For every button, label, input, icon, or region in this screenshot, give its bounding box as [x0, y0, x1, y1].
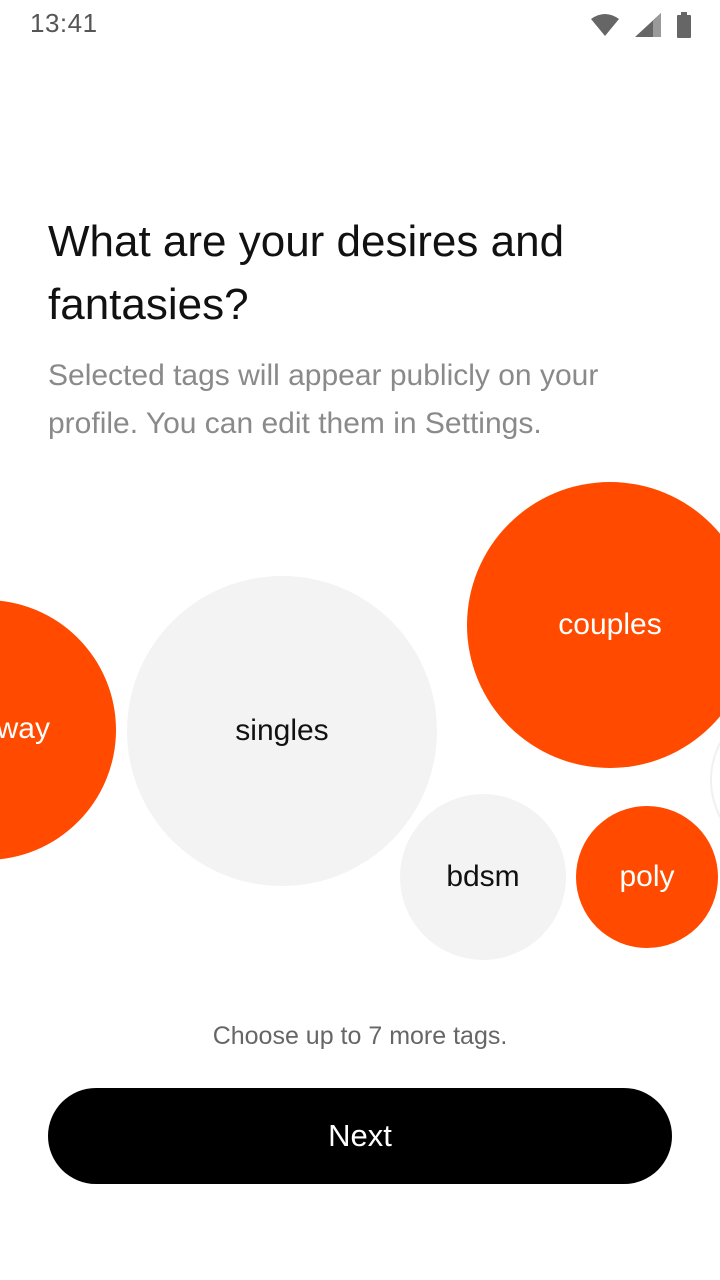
tag-bubble-way[interactable]: way [0, 600, 116, 860]
page-subtitle: Selected tags will appear publicly on yo… [48, 359, 599, 440]
page-title: What are your desires and fantasies? [48, 217, 565, 329]
status-bar: 13:41 [0, 0, 720, 50]
battery-icon [676, 12, 692, 38]
tag-limit-hint: Choose up to 7 more tags. [212, 1022, 508, 1050]
cell-signal-icon [634, 12, 662, 38]
tag-label: couples [558, 608, 662, 641]
wifi-icon [590, 13, 620, 37]
tag-bubble-poly[interactable]: poly [576, 806, 718, 948]
tag-label: bdsm [446, 860, 520, 893]
tag-bubble-singles[interactable]: singles [127, 576, 437, 886]
tag-bubble-bdsm[interactable]: bdsm [400, 794, 566, 960]
status-time: 13:41 [30, 8, 98, 38]
tag-label: singles [235, 714, 329, 747]
tag-bubble-couples[interactable]: couples [467, 482, 720, 768]
status-icons [590, 12, 692, 38]
tag-label: poly [619, 860, 675, 893]
next-button[interactable]: Next [48, 1088, 672, 1184]
screen: 13:41 What are your desires and fantasie… [0, 0, 720, 1280]
tag-label: way [0, 712, 50, 745]
